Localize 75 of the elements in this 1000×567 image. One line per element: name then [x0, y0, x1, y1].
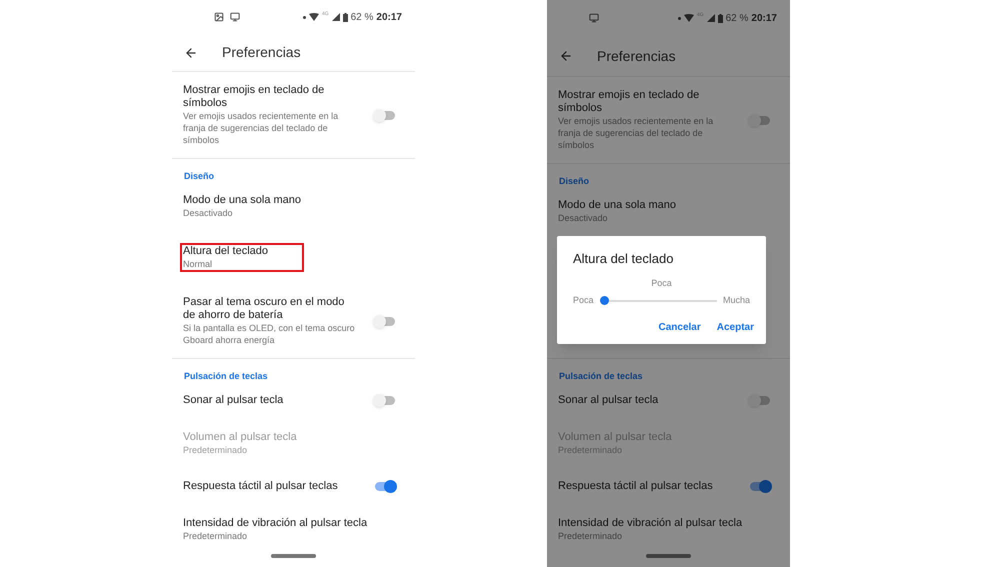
- screen-title: Preferencias: [222, 43, 301, 62]
- toggle-switch[interactable]: [373, 394, 397, 407]
- wifi-icon: [308, 13, 319, 22]
- setting-title: Modo de una sola mano: [558, 199, 678, 212]
- setting-title: Mostrar emojis en teclado de símbolos: [558, 89, 700, 116]
- setting-subtitle: Predeterminado: [183, 530, 248, 542]
- section-header: Pulsación de teclas: [184, 370, 269, 382]
- setting-title: Mostrar emojis en teclado de símbolos: [183, 84, 326, 110]
- setting-subtitle: Ver emojis usados recientemente en la franja de sugerencias del teclado de símbolos: [558, 115, 714, 152]
- battery-icon: [718, 14, 723, 23]
- home-indicator[interactable]: [646, 554, 691, 558]
- monitor-icon: [230, 12, 240, 22]
- signal-icon: [706, 14, 715, 22]
- setting-row[interactable]: Intensidad de vibración al pulsar tecla Predeterminado: [547, 505, 790, 554]
- battery-percent: 62 %: [350, 10, 374, 25]
- toggle-switch[interactable]: [373, 315, 397, 328]
- clock: 20:17: [751, 12, 777, 26]
- toggle-switch[interactable]: [748, 480, 772, 493]
- screen-title: Preferencias: [597, 46, 676, 66]
- setting-row[interactable]: Respuesta táctil al pulsar teclas: [547, 468, 790, 506]
- setting-row[interactable]: Modo de una sola mano Desactivado: [547, 187, 790, 236]
- clock: 20:17: [376, 10, 402, 25]
- setting-row[interactable]: Pasar al tema oscuro en el modo de ahorro de batería Si la pantalla es OLED, con el tema oscuro Gboard ahorra energía: [172, 284, 415, 358]
- battery-icon: [342, 12, 348, 22]
- toggle-switch[interactable]: [373, 109, 397, 122]
- setting-subtitle: Desactivado: [183, 207, 234, 220]
- battery-percent: 62 %: [726, 12, 748, 26]
- slider[interactable]: [600, 296, 717, 306]
- image-icon: [214, 12, 224, 22]
- dialog-button[interactable]: Cancelar: [658, 320, 701, 334]
- setting-title: Modo de una sola mano: [183, 194, 302, 208]
- section-header: Pulsación de teclas: [559, 370, 644, 382]
- dialog-button[interactable]: Aceptar: [716, 320, 754, 334]
- slider-value: Poca: [650, 276, 673, 290]
- setting-row[interactable]: Respuesta táctil al pulsar teclas: [172, 468, 415, 506]
- setting-row[interactable]: Mostrar emojis en teclado de símbolos Ver emojis usados recientemente en la franja de sugerencias del teclado de símbolos: [547, 77, 790, 164]
- setting-title: Altura del teclado: [183, 245, 269, 258]
- setting-row[interactable]: Sonar al pulsar tecla: [172, 382, 415, 420]
- dot-icon: [302, 16, 306, 19]
- wifi-icon: [684, 14, 694, 22]
- setting-title: Volumen al pulsar tecla: [183, 431, 298, 444]
- setting-subtitle: Desactivado: [558, 212, 609, 224]
- setting-subtitle: Normal: [183, 258, 214, 270]
- section-header: Diseño: [184, 170, 216, 182]
- setting-row[interactable]: Sonar al pulsar tecla: [547, 382, 790, 420]
- slider-min-label: Poca: [573, 294, 594, 307]
- back-icon[interactable]: [559, 49, 573, 64]
- setting-title: Respuesta táctil al pulsar teclas: [183, 480, 339, 494]
- setting-subtitle: Predeterminado: [183, 444, 248, 456]
- slider-thumb[interactable]: [600, 296, 609, 306]
- setting-title: Intensidad de vibración al pulsar tecla: [183, 517, 368, 530]
- toggle-switch[interactable]: [748, 114, 772, 126]
- setting-title: Intensidad de vibración al pulsar tecla: [558, 517, 744, 530]
- setting-subtitle: Ver emojis usados recientemente en la franja de sugerencias del teclado de símbolos: [183, 110, 340, 146]
- setting-title: Pasar al tema oscuro en el modo de ahorro de batería: [183, 296, 346, 322]
- setting-title: Volumen al pulsar tecla: [558, 431, 673, 444]
- setting-subtitle: Predeterminado: [558, 530, 624, 542]
- setting-row[interactable]: Modo de una sola mano Desactivado: [172, 182, 415, 232]
- toggle-switch[interactable]: [748, 394, 772, 407]
- monitor-icon: [589, 13, 599, 24]
- setting-row[interactable]: Mostrar emojis en teclado de símbolos Ver emojis usados recientemente en la franja de sugerencias del teclado de símbolos: [172, 72, 415, 158]
- slider-max-label: Mucha: [722, 294, 750, 307]
- setting-title: Respuesta táctil al pulsar teclas: [558, 480, 714, 494]
- dialog-title: Altura del teclado: [573, 250, 674, 268]
- section-header: Diseño: [559, 175, 590, 188]
- signal-icon: [332, 13, 340, 22]
- toggle-switch[interactable]: [373, 480, 397, 493]
- setting-subtitle: Si la pantalla es OLED, con el tema oscuro Gboard ahorra energía: [183, 322, 356, 346]
- home-indicator[interactable]: [271, 554, 316, 558]
- setting-row[interactable]: Altura del teclado Normal: [172, 231, 415, 284]
- setting-row[interactable]: Intensidad de vibración al pulsar tecla Predeterminado: [172, 505, 415, 554]
- setting-title: Sonar al pulsar tecla: [183, 394, 284, 408]
- back-icon[interactable]: [184, 46, 198, 60]
- setting-title: Sonar al pulsar tecla: [558, 394, 660, 408]
- dot-icon: [678, 16, 681, 20]
